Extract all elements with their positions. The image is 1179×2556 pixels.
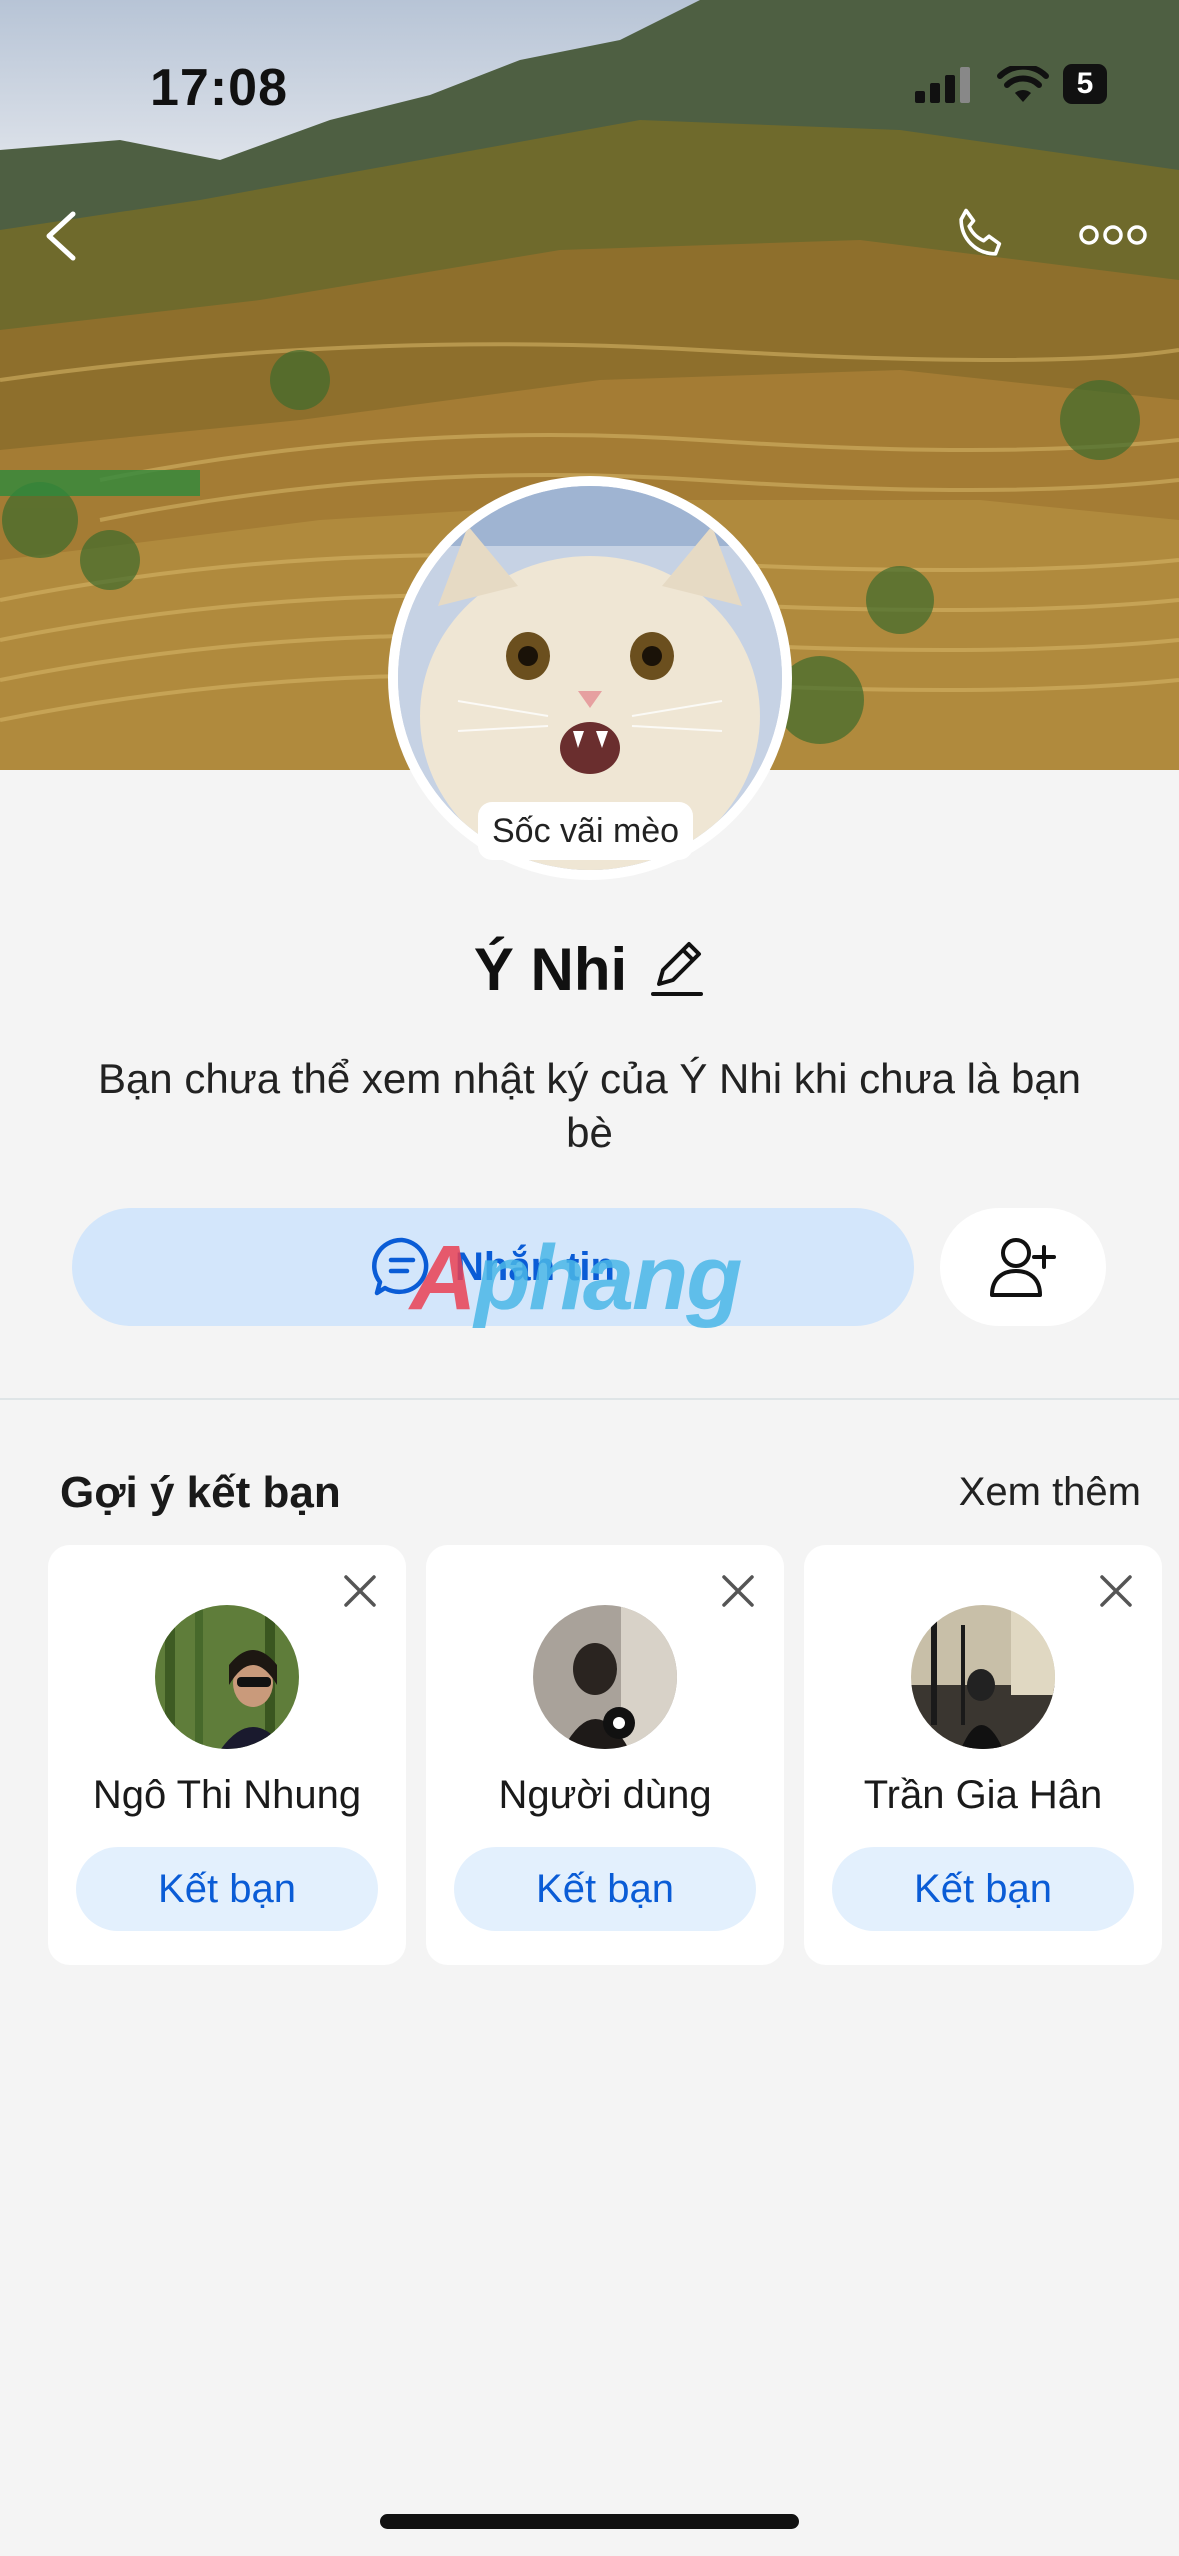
more-options-button[interactable] [1078,210,1148,260]
more-dots-icon [1079,225,1147,245]
profile-name: Ý Nhi [473,936,628,1003]
see-more-link[interactable]: Xem thêm [959,1470,1141,1515]
close-icon [1100,1575,1132,1607]
add-friend-suggestion-button[interactable]: Kết bạn [832,1847,1134,1931]
pencil-icon [651,942,704,996]
section-divider [0,1398,1179,1400]
watermark-logo: Aphang [410,1227,742,1329]
suggestion-card[interactable]: Ngô Thi Nhung Kết bạn [48,1545,406,1965]
suggestions-title: Gợi ý kết bạn [60,1468,341,1517]
add-friend-button[interactable] [940,1208,1106,1326]
signal-icon [915,67,970,103]
battery-indicator: 5 [1063,64,1107,104]
dismiss-suggestion-button[interactable] [342,1573,378,1609]
back-button[interactable] [30,206,90,266]
suggestion-name: Người dùng [498,1773,712,1817]
name-row: Ý Nhi [0,935,1179,1004]
status-icons [915,66,1049,104]
close-icon [722,1575,754,1607]
edit-name-button[interactable] [649,936,705,1003]
suggestion-avatar [911,1605,1055,1749]
suggestion-card[interactable]: Trần Gia Hân Kết bạn [804,1545,1162,1965]
add-friend-suggestion-button[interactable]: Kết bạn [454,1847,756,1931]
suggestion-avatar [155,1605,299,1749]
suggestion-card[interactable]: Người dùng Kết bạn [426,1545,784,1965]
suggestion-name: Ngô Thi Nhung [92,1773,362,1817]
status-time: 17:08 [150,59,288,117]
phone-icon [959,208,1002,256]
call-button[interactable] [945,200,1015,270]
home-indicator[interactable] [380,2514,799,2529]
wifi-icon [997,66,1049,102]
diary-notice: Bạn chưa thể xem nhật ký của Ý Nhi khi c… [97,1055,1082,1156]
avatar-caption: Sốc vãi mèo [478,802,694,860]
dismiss-suggestion-button[interactable] [1098,1573,1134,1609]
chevron-left-icon [46,211,76,261]
dismiss-suggestion-button[interactable] [720,1573,756,1609]
suggestion-name: Trần Gia Hân [863,1773,1103,1817]
add-friend-suggestion-button[interactable]: Kết bạn [76,1847,378,1931]
suggestion-avatar [533,1605,677,1749]
close-icon [344,1575,376,1607]
add-user-icon [990,1238,1056,1297]
